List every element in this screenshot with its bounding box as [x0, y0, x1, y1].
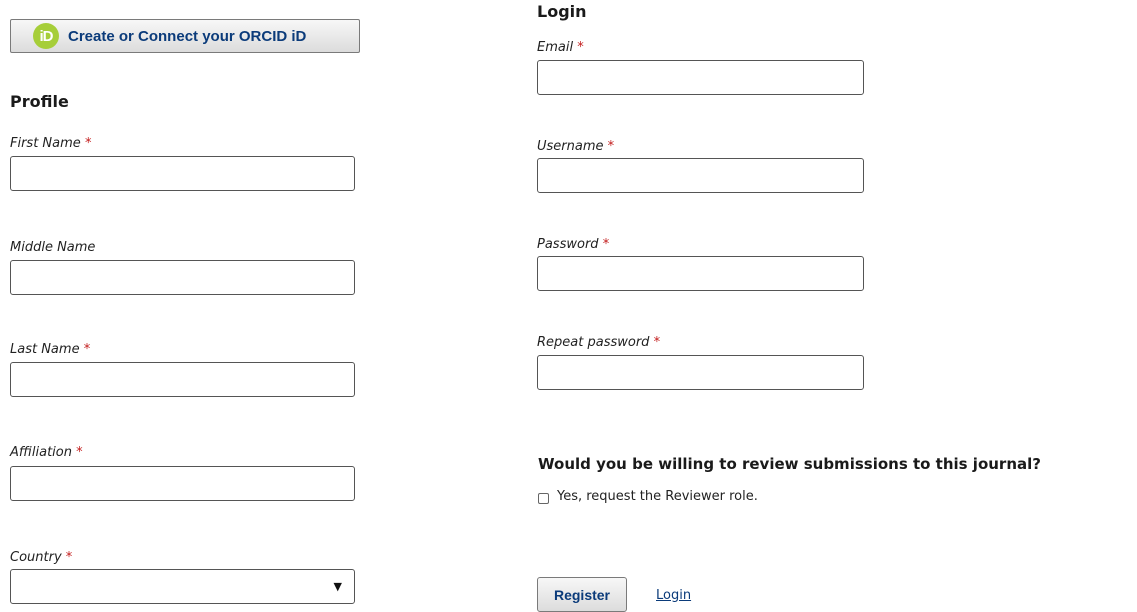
required-marker: * [607, 139, 615, 154]
required-marker: * [65, 550, 73, 565]
email-input[interactable] [537, 60, 864, 95]
profile-heading: Profile [10, 92, 69, 111]
password-label: Password * [537, 237, 610, 252]
last-name-label: Last Name * [10, 342, 91, 357]
register-button[interactable]: Register [537, 577, 627, 612]
orcid-connect-button[interactable]: iD Create or Connect your ORCID iD [10, 19, 360, 53]
orcid-button-label: Create or Connect your ORCID iD [68, 27, 307, 45]
email-label: Email * [537, 40, 584, 55]
country-select[interactable]: ▼ [10, 569, 355, 604]
username-label: Username * [537, 139, 615, 154]
first-name-input[interactable] [10, 156, 355, 191]
affiliation-label: Affiliation * [10, 445, 83, 460]
repeat-password-label: Repeat password * [537, 335, 661, 350]
password-input[interactable] [537, 256, 864, 291]
required-marker: * [577, 40, 584, 55]
last-name-input[interactable] [10, 362, 355, 397]
affiliation-input[interactable] [10, 466, 355, 501]
chevron-down-icon: ▼ [333, 580, 342, 593]
required-marker: * [602, 237, 610, 252]
first-name-label: First Name * [10, 136, 92, 151]
username-input[interactable] [537, 158, 864, 193]
reviewer-question: Would you be willing to review submissio… [538, 455, 1041, 473]
reviewer-checkbox-label[interactable]: Yes, request the Reviewer role. [557, 489, 758, 504]
country-label: Country * [10, 550, 73, 565]
required-marker: * [653, 335, 661, 350]
orcid-icon: iD [33, 23, 59, 49]
required-marker: * [84, 136, 92, 151]
login-link[interactable]: Login [656, 588, 691, 603]
required-marker: * [83, 342, 91, 357]
repeat-password-input[interactable] [537, 355, 864, 390]
middle-name-label: Middle Name [10, 240, 96, 255]
middle-name-input[interactable] [10, 260, 355, 295]
reviewer-checkbox[interactable] [538, 493, 549, 504]
required-marker: * [76, 445, 83, 460]
login-heading: Login [537, 2, 587, 21]
